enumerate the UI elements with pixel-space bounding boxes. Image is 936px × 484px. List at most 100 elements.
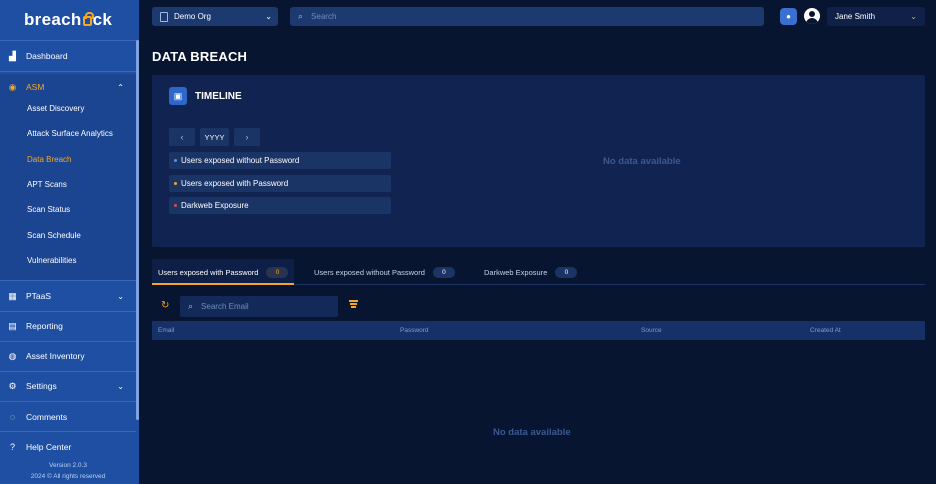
sidebar-subitem-vulnerabilities[interactable]: Vulnerabilities bbox=[27, 256, 77, 265]
legend-label: Users exposed without Password bbox=[181, 156, 300, 165]
sidebar-item-label: Comments bbox=[26, 412, 68, 422]
divider bbox=[0, 40, 136, 41]
search-icon: ⌕ bbox=[188, 301, 194, 311]
search-icon: ⌕ bbox=[298, 11, 304, 21]
divider bbox=[0, 431, 136, 432]
target-icon: ◉ bbox=[8, 81, 17, 92]
user-name: Jane Smith bbox=[835, 12, 876, 21]
table-no-data: No data available bbox=[493, 427, 571, 438]
chart-bar-icon: ▟ bbox=[9, 50, 16, 61]
tab-darkweb-exposure[interactable]: Darkweb Exposure 0 bbox=[484, 259, 578, 285]
global-search[interactable]: ⌕ Search bbox=[290, 7, 764, 26]
sidebar-subitem-apt-scans[interactable]: APT Scans bbox=[27, 180, 67, 189]
divider bbox=[0, 341, 136, 342]
refresh-icon[interactable]: ↻ bbox=[161, 300, 169, 311]
sidebar-item-help-center[interactable]: ? Help Center bbox=[0, 434, 136, 460]
divider bbox=[0, 280, 136, 281]
tab-count-badge: 0 bbox=[266, 266, 289, 278]
tab-label: Users exposed without Password bbox=[314, 267, 425, 277]
brand-logo[interactable]: breach ck bbox=[24, 10, 112, 30]
sidebar-item-dashboard[interactable]: ▟ Dashboard bbox=[0, 43, 136, 69]
sidebar-subitem-data-breach[interactable]: Data Breach bbox=[27, 155, 71, 164]
sidebar-scrollbar[interactable] bbox=[136, 40, 139, 420]
page-title: DATA BREACH bbox=[152, 49, 248, 64]
legend-dot bbox=[174, 204, 177, 207]
sidebar-item-asm[interactable]: ◉ ASM ⌃ bbox=[0, 74, 136, 100]
report-icon: ▤ bbox=[8, 320, 17, 331]
search-placeholder: Search bbox=[311, 12, 337, 21]
timeline-title: TIMELINE bbox=[195, 91, 242, 102]
legend-item-darkweb[interactable]: Darkweb Exposure bbox=[169, 197, 391, 214]
chevron-down-icon: ⌄ bbox=[117, 291, 124, 301]
sidebar-item-label: Dashboard bbox=[26, 51, 68, 61]
chevron-down-icon: ⌄ bbox=[265, 12, 272, 21]
avatar[interactable] bbox=[804, 8, 820, 24]
sidebar-item-settings[interactable]: ⚙ Settings ⌄ bbox=[0, 373, 136, 399]
comment-icon: ◌ bbox=[9, 412, 16, 422]
exposure-tabs: Users exposed with Password 0 Users expo… bbox=[152, 259, 925, 285]
table-header: Email Password Source Created At bbox=[152, 321, 925, 340]
logo-text: breach bbox=[24, 10, 82, 29]
document-icon bbox=[160, 11, 168, 22]
legend-dot bbox=[174, 159, 177, 162]
year-prev-button[interactable]: ‹ bbox=[169, 128, 195, 146]
timeline-card: ▣ TIMELINE ‹ YYYY › Users exposed withou… bbox=[152, 75, 925, 247]
copyright: 2024 © All rights reserved bbox=[30, 473, 106, 480]
sidebar-subitem-attack-surface-analytics[interactable]: Attack Surface Analytics bbox=[27, 129, 113, 138]
chevron-down-icon: ⌄ bbox=[910, 12, 917, 21]
tab-label: Darkweb Exposure bbox=[484, 267, 548, 277]
chevron-up-icon: ⌃ bbox=[117, 82, 124, 92]
divider bbox=[0, 71, 136, 72]
sidebar: breach ck ▟ Dashboard ◉ ASM ⌃ Asset Disco… bbox=[0, 0, 139, 484]
sidebar-item-asset-inventory[interactable]: ◍ Asset Inventory bbox=[0, 343, 136, 369]
tab-label: Users exposed with Password bbox=[158, 267, 259, 277]
sidebar-item-label: Help Center bbox=[26, 442, 72, 452]
logo-text-end: ck bbox=[92, 10, 113, 29]
sidebar-item-label: PTaaS bbox=[26, 291, 52, 301]
email-search-input[interactable]: ⌕ Search Email bbox=[180, 296, 338, 317]
column-header-email[interactable]: Email bbox=[158, 327, 174, 334]
legend-item-with-password[interactable]: Users exposed with Password bbox=[169, 175, 391, 192]
legend-label: Users exposed with Password bbox=[181, 179, 289, 188]
sidebar-subitem-scan-schedule[interactable]: Scan Schedule bbox=[27, 231, 81, 240]
sidebar-item-label: Reporting bbox=[26, 321, 63, 331]
year-label: YYYY bbox=[200, 128, 229, 146]
calendar-icon: ▣ bbox=[169, 87, 187, 105]
legend-item-without-password[interactable]: Users exposed without Password bbox=[169, 152, 391, 169]
email-search-placeholder: Search Email bbox=[201, 302, 249, 311]
help-icon: ? bbox=[9, 442, 15, 452]
legend-dot bbox=[174, 182, 177, 185]
sidebar-item-ptaas[interactable]: ▦ PTaaS ⌄ bbox=[0, 283, 136, 309]
notification-bell-icon[interactable]: ● bbox=[780, 8, 797, 25]
chevron-down-icon: ⌄ bbox=[117, 381, 124, 391]
tab-with-password[interactable]: Users exposed with Password 0 bbox=[152, 259, 295, 285]
sidebar-subitem-scan-status[interactable]: Scan Status bbox=[27, 205, 70, 214]
gear-icon: ⚙ bbox=[8, 380, 17, 391]
timeline-no-data: No data available bbox=[603, 156, 681, 167]
inventory-icon: ◍ bbox=[8, 350, 17, 361]
tab-without-password[interactable]: Users exposed without Password 0 bbox=[314, 259, 455, 285]
sidebar-item-label: ASM bbox=[26, 82, 45, 92]
tab-count-badge: 0 bbox=[432, 266, 455, 278]
tab-count-badge: 0 bbox=[555, 266, 578, 278]
column-header-password[interactable]: Password bbox=[400, 327, 429, 334]
org-select-value: Demo Org bbox=[174, 12, 211, 21]
year-next-button[interactable]: › bbox=[234, 128, 260, 146]
sidebar-item-label: Asset Inventory bbox=[26, 351, 85, 361]
user-menu[interactable]: Jane Smith ⌄ bbox=[827, 7, 925, 26]
column-header-created-at[interactable]: Created At bbox=[810, 327, 841, 334]
column-header-source[interactable]: Source bbox=[641, 327, 662, 334]
grid-icon: ▦ bbox=[8, 290, 17, 301]
sidebar-item-reporting[interactable]: ▤ Reporting bbox=[0, 313, 136, 339]
sidebar-item-comments[interactable]: ◌ Comments bbox=[0, 404, 136, 430]
lock-icon bbox=[82, 12, 94, 26]
org-select[interactable]: Demo Org ⌄ bbox=[152, 7, 278, 26]
sidebar-subitem-asset-discovery[interactable]: Asset Discovery bbox=[27, 104, 84, 113]
top-bar: Demo Org ⌄ ⌕ Search ● Jane Smith ⌄ bbox=[139, 0, 936, 34]
filter-icon[interactable] bbox=[349, 300, 358, 309]
divider bbox=[0, 311, 136, 312]
divider bbox=[0, 371, 136, 372]
legend-label: Darkweb Exposure bbox=[181, 201, 249, 210]
app-version: Version 2.0.3 bbox=[49, 462, 87, 469]
divider bbox=[0, 401, 136, 402]
